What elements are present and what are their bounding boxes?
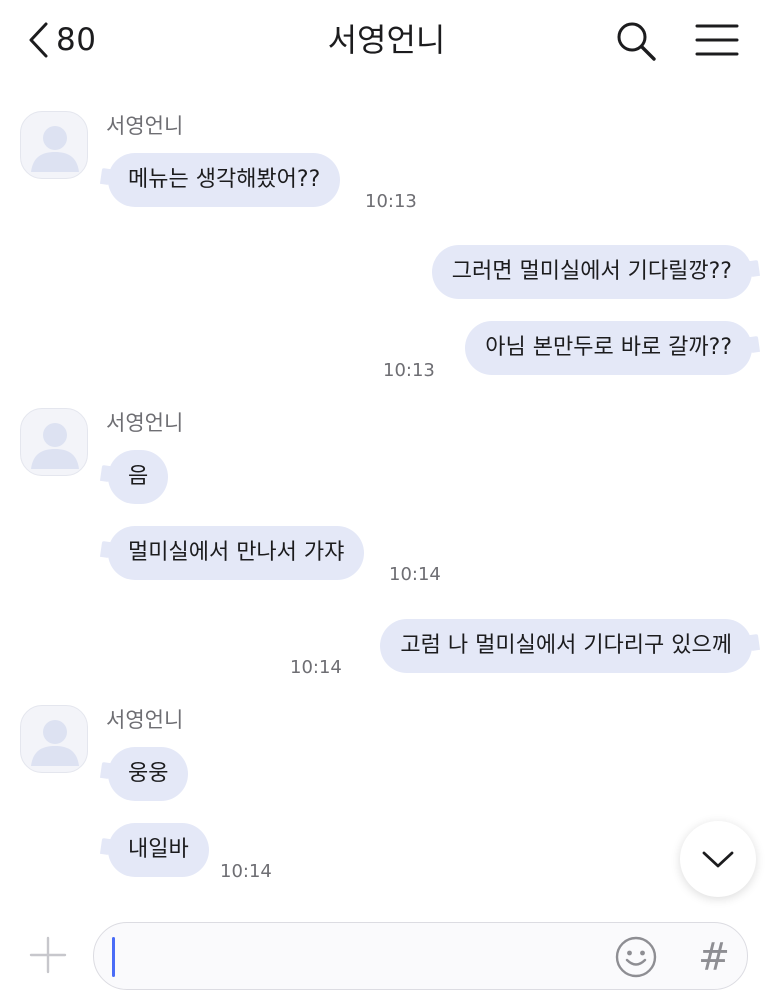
message-bubble[interactable]: 그러면 멀미실에서 기다릴깡?? [431,245,752,299]
message-input-box[interactable]: # [93,922,748,990]
message-input[interactable] [112,935,592,979]
chat-header: 80 서영언니 [0,0,773,84]
avatar[interactable] [20,408,88,476]
message-bubble[interactable]: 내일바 [108,823,209,877]
text-caret [112,937,115,977]
default-profile-icon [31,126,79,172]
hamburger-menu-icon[interactable] [694,22,740,58]
avatar[interactable] [20,111,88,179]
avatar[interactable] [20,705,88,773]
emoji-icon[interactable] [614,935,658,979]
sender-name: 서영언니 [106,708,184,732]
message-time: 10:13 [383,360,435,381]
message-time: 10:14 [290,657,342,678]
message-bubble[interactable]: 메뉴는 생각해봤어?? [108,153,341,207]
search-icon[interactable] [614,19,658,63]
scroll-to-bottom-button[interactable] [680,821,756,897]
default-profile-icon [31,720,79,766]
message-list[interactable]: 서영언니 메뉴는 생각해봤어?? 10:13 그러면 멀미실에서 기다릴깡?? … [0,84,773,914]
message-bubble[interactable]: 웅웅 [108,747,189,801]
composer-bar: # [0,914,773,998]
message-bubble[interactable]: 고럼 나 멀미실에서 기다리구 있으께 [380,619,752,673]
message-time: 10:14 [389,564,441,585]
chevron-down-icon [702,851,734,868]
message-bubble[interactable]: 아님 본만두로 바로 갈까?? [465,321,752,375]
hashtag-icon[interactable]: # [692,935,736,979]
plus-icon[interactable] [28,935,68,975]
sender-name: 서영언니 [106,114,184,138]
message-bubble[interactable]: 음 [108,450,169,504]
message-time: 10:14 [220,861,272,882]
message-time: 10:13 [365,191,417,212]
default-profile-icon [31,423,79,469]
message-bubble[interactable]: 멀미실에서 만나서 가쟈 [108,526,365,580]
sender-name: 서영언니 [106,411,184,435]
